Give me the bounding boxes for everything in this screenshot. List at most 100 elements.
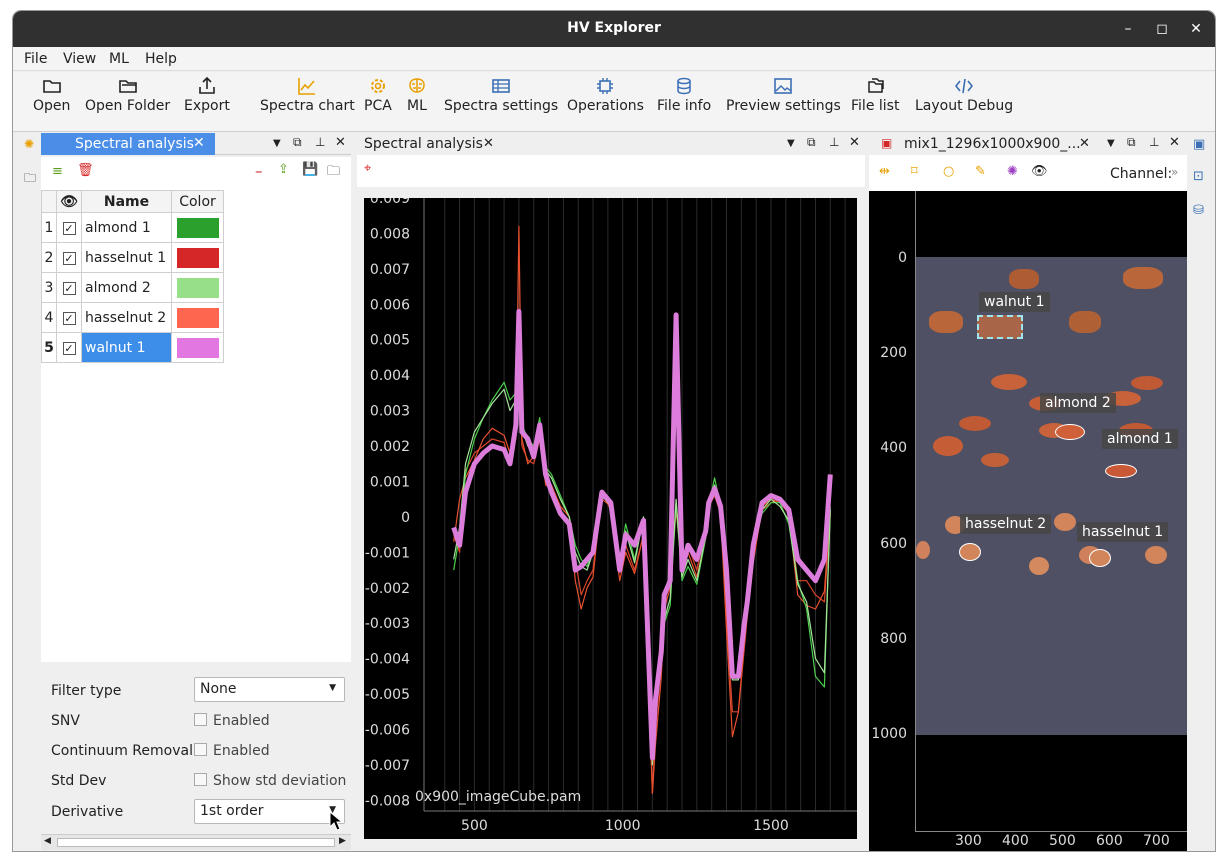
table-row-selected[interactable]: 5 ✓ walnut 1 bbox=[41, 332, 224, 363]
menu-help[interactable]: Help bbox=[145, 51, 177, 67]
close-tab-icon[interactable]: ✕ bbox=[193, 135, 205, 151]
snv-checkbox[interactable]: Enabled bbox=[194, 713, 270, 729]
scroll-left-icon[interactable]: ◀ bbox=[44, 836, 51, 846]
layout-debug-button[interactable]: Layout Debug bbox=[915, 76, 1013, 114]
file-list-button[interactable]: File list bbox=[851, 76, 899, 114]
pin-icon[interactable]: ⊥ bbox=[1149, 135, 1159, 149]
walnut-roi[interactable] bbox=[977, 315, 1023, 339]
save-icon[interactable]: 💾 bbox=[302, 162, 318, 177]
derivative-select[interactable]: 1st order ▼ bbox=[194, 799, 345, 824]
file-info-button[interactable]: File info bbox=[657, 76, 711, 114]
tab-menu-icon[interactable]: ▼ bbox=[1107, 138, 1115, 149]
brain-icon[interactable]: ✺ bbox=[1007, 164, 1018, 179]
menu-bar: File View ML Help bbox=[13, 47, 1215, 71]
open-button[interactable]: Open bbox=[33, 76, 70, 114]
image-view[interactable]: walnut 1 almond 2 almond 1 hasselnut 2 h… bbox=[869, 191, 1187, 851]
visibility-checkbox[interactable]: ✓ bbox=[62, 341, 76, 355]
database-side-icon[interactable]: ⛁ bbox=[1193, 203, 1204, 218]
horizontal-scrollbar[interactable]: ◀ ▶ bbox=[41, 834, 351, 850]
left-dock-strip: ✺ 🗀 bbox=[13, 133, 41, 851]
close-window-button[interactable]: ✕ bbox=[1185, 19, 1207, 39]
eye-icon[interactable]: 👁 bbox=[1031, 164, 1048, 179]
pin-icon[interactable]: ⊥ bbox=[829, 135, 839, 149]
add-list-icon[interactable]: ≡ bbox=[52, 164, 63, 179]
right-panel: ▣ mix1_1296x1000x900_... ✕ ▼ ⧉ ⊥ ✕ ⇹ ⌑ ○… bbox=[869, 133, 1187, 851]
gear-icon bbox=[370, 79, 385, 93]
open-folder-button[interactable]: Open Folder bbox=[85, 76, 170, 114]
chip-side-icon[interactable]: ⊡ bbox=[1193, 169, 1204, 184]
menu-file[interactable]: File bbox=[24, 51, 47, 67]
float-icon[interactable]: ⧉ bbox=[807, 135, 816, 150]
float-icon[interactable]: ⧉ bbox=[1127, 135, 1136, 150]
visibility-checkbox[interactable]: ✓ bbox=[62, 251, 76, 265]
float-icon[interactable]: ⧉ bbox=[293, 135, 302, 150]
pin-icon[interactable]: ⊥ bbox=[315, 135, 325, 149]
y-tick-label: -0.001 bbox=[365, 545, 410, 561]
chevron-right-icon[interactable]: » bbox=[1171, 165, 1178, 179]
scrollbar-thumb[interactable] bbox=[57, 838, 335, 847]
menu-ml[interactable]: ML bbox=[109, 51, 129, 67]
table-row[interactable]: 2 ✓ hasselnut 1 bbox=[41, 242, 224, 273]
spectra-chart-button[interactable]: Spectra chart bbox=[260, 76, 355, 114]
maximize-button[interactable]: ◻ bbox=[1151, 19, 1173, 39]
table-row[interactable]: 4 ✓ hasselnut 2 bbox=[41, 302, 224, 333]
close-tab-icon[interactable]: ✕ bbox=[1079, 136, 1090, 151]
menu-view[interactable]: View bbox=[63, 51, 96, 67]
export-button[interactable]: Export bbox=[184, 76, 230, 114]
delete-icon[interactable]: 🗑 bbox=[77, 163, 94, 178]
pca-side-icon[interactable]: ✺ bbox=[24, 137, 34, 151]
close-panel-icon[interactable]: ✕ bbox=[849, 135, 860, 150]
upload-icon[interactable]: ⇪ bbox=[278, 162, 289, 177]
select-circle-icon[interactable]: ○ bbox=[943, 164, 954, 179]
spectra-settings-button[interactable]: Spectra settings bbox=[444, 76, 558, 114]
lasso-icon[interactable]: ✎ bbox=[975, 164, 986, 179]
preview-settings-button[interactable]: Preview settings bbox=[726, 76, 841, 114]
continuum-removal-checkbox[interactable]: Enabled bbox=[194, 743, 270, 759]
remove-icon[interactable]: – bbox=[255, 162, 263, 180]
tab-menu-icon[interactable]: ▼ bbox=[273, 138, 281, 149]
x-tick-label: 500 bbox=[1049, 833, 1076, 849]
color-swatch[interactable] bbox=[176, 337, 219, 358]
close-panel-icon[interactable]: ✕ bbox=[1169, 135, 1180, 150]
y-tick-label: -0.002 bbox=[365, 581, 410, 597]
split-icon[interactable]: ⇹ bbox=[879, 164, 890, 179]
file-list-side-icon[interactable]: 🗀 bbox=[24, 169, 36, 190]
table-row[interactable]: 1 ✓ almond 1 bbox=[41, 212, 224, 243]
crosshair-icon[interactable]: ⌖ bbox=[364, 161, 371, 176]
filter-type-select[interactable]: None ▼ bbox=[194, 677, 345, 702]
visibility-checkbox[interactable]: ✓ bbox=[62, 221, 76, 235]
almond-2-roi[interactable] bbox=[1055, 424, 1085, 440]
image-tab-icon: ▣ bbox=[881, 136, 893, 150]
eye-icon[interactable]: 👁 bbox=[60, 194, 78, 210]
spectra-chart[interactable]: 0.009 0.008 0.007 0.006 0.005 0.004 0.003 0.002… bbox=[364, 198, 857, 839]
std-dev-checkbox[interactable]: Show std deviation bbox=[194, 773, 346, 789]
hasselnut-2-roi[interactable] bbox=[959, 543, 981, 561]
hasselnut-1-roi[interactable] bbox=[1089, 549, 1111, 567]
almond-1-roi[interactable] bbox=[1105, 464, 1137, 478]
color-swatch[interactable] bbox=[176, 217, 219, 238]
scroll-right-icon[interactable]: ▶ bbox=[339, 836, 346, 846]
y-tick-label: -0.008 bbox=[365, 793, 410, 809]
visibility-checkbox[interactable]: ✓ bbox=[62, 311, 76, 325]
select-rect-icon[interactable]: ⌑ bbox=[911, 164, 918, 179]
open-icon[interactable]: 🗀 bbox=[327, 162, 340, 184]
color-swatch[interactable] bbox=[176, 277, 219, 298]
close-panel-icon[interactable]: ✕ bbox=[335, 135, 346, 150]
close-tab-icon[interactable]: ✕ bbox=[483, 136, 494, 151]
color-swatch[interactable] bbox=[176, 307, 219, 328]
table-row[interactable]: 3 ✓ almond 2 bbox=[41, 272, 224, 303]
tab-label[interactable]: mix1_1296x1000x900_... bbox=[904, 136, 1081, 152]
minimize-button[interactable]: – bbox=[1117, 19, 1139, 39]
image-icon bbox=[774, 78, 793, 94]
visibility-checkbox[interactable]: ✓ bbox=[62, 281, 76, 295]
ml-button[interactable]: ML bbox=[407, 76, 427, 114]
pca-button[interactable]: PCA bbox=[364, 76, 392, 114]
tab-label[interactable]: Spectral analysis bbox=[364, 136, 483, 152]
tab-menu-icon[interactable]: ▼ bbox=[787, 138, 795, 149]
tab-spectral-analysis-left[interactable]: Spectral analysis ✕ bbox=[41, 133, 215, 155]
image-side-icon[interactable]: ▣ bbox=[1193, 137, 1205, 152]
operations-button[interactable]: Operations bbox=[567, 76, 644, 114]
y-tick-label: 0.003 bbox=[370, 404, 410, 420]
chevron-down-icon: ▼ bbox=[329, 683, 336, 693]
color-swatch[interactable] bbox=[176, 247, 219, 268]
